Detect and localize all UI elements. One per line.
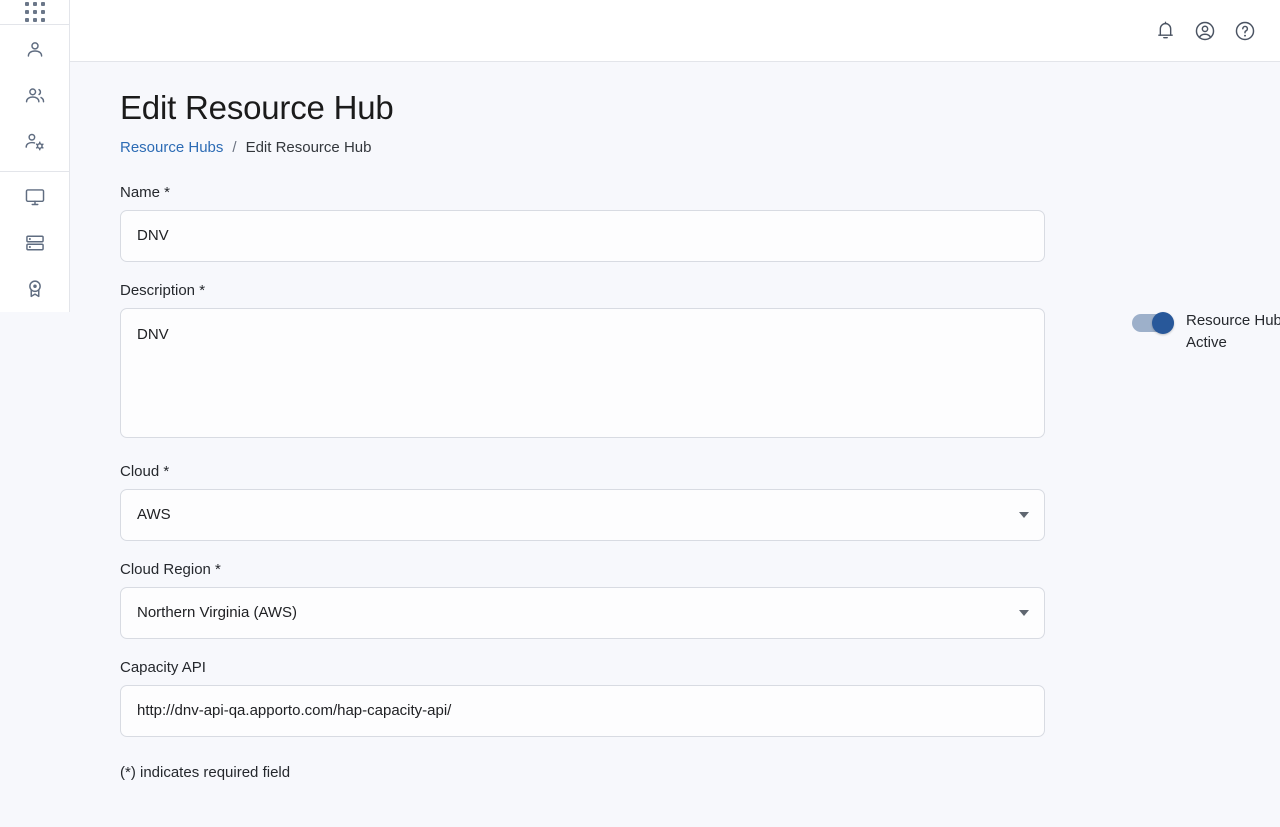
main-content: Edit Resource Hub Resource Hubs / Edit R… [70,62,1280,827]
nav-group-resources [0,172,69,312]
field-capacity-api: Capacity API [120,659,1045,737]
cloud-label: Cloud * [120,462,170,480]
sidebar-item-manage-accounts[interactable] [15,127,55,157]
apps-grid-button[interactable] [0,0,69,25]
breadcrumb-link-resource-hubs[interactable]: Resource Hubs [120,139,223,156]
person-icon [27,42,42,57]
cloud-region-label: Cloud Region * [120,560,221,578]
help-circle-button[interactable] [1230,16,1260,46]
sidebar-item-user[interactable] [15,35,55,65]
cloud-select-wrap: AWS [120,488,1045,541]
apps-grid-icon[interactable] [24,2,45,22]
toggle-knob [1152,311,1174,334]
sidebar-item-licenses[interactable] [15,274,55,304]
breadcrumb-separator: / [232,138,237,156]
sidebar-item-groups[interactable] [15,81,55,111]
award-badge-icon [28,280,41,298]
sidebar-item-desktops[interactable] [15,182,55,212]
resource-hub-active-label: Resource Hub Active [1186,311,1280,351]
help-circle-icon [1235,21,1255,40]
account-circle-icon [1195,21,1215,40]
required-field-note: (*) indicates required field [120,763,291,781]
notifications-bell-button[interactable] [1150,16,1180,46]
left-nav-rail [0,0,70,312]
name-label: Name * [120,183,171,201]
cloud-select[interactable]: AWS [120,488,1045,541]
resource-hub-active-row: Resource Hub Active [1132,310,1280,354]
server-stack-icon [25,235,44,251]
monitor-icon [25,189,44,206]
top-header-bar [70,0,1280,62]
account-circle-button[interactable] [1190,16,1220,46]
app-root: Edit Resource Hub Resource Hubs / Edit R… [0,0,1280,827]
cloud-region-select[interactable]: Northern Virginia (AWS) [120,586,1045,639]
field-cloud-region: Cloud Region * Northern Virginia (AWS) [120,561,1045,639]
field-name: Name * [120,184,1045,262]
description-label: Description * [120,281,206,299]
nav-group-people [0,25,69,172]
page-title: Edit Resource Hub [120,89,394,126]
cloud-region-select-wrap: Northern Virginia (AWS) [120,586,1045,639]
cloud-select-value: AWS [137,506,171,524]
capacity-api-label: Capacity API [120,658,206,676]
breadcrumb: Resource Hubs / Edit Resource Hub [120,139,1280,156]
capacity-api-input[interactable] [120,684,1045,737]
person-gear-icon [24,133,44,151]
sidebar-item-servers[interactable] [15,228,55,258]
cloud-region-select-value: Northern Virginia (AWS) [137,604,298,622]
name-input[interactable] [120,209,1045,262]
breadcrumb-current: Edit Resource Hub [245,138,372,156]
notifications-bell-icon [1157,21,1173,39]
field-description: Description * [120,282,1045,443]
description-textarea[interactable] [120,307,1045,438]
resource-hub-active-toggle[interactable] [1132,311,1174,334]
people-icon [25,88,44,103]
field-cloud: Cloud * AWS [120,463,1045,541]
edit-resource-hub-form: Resource Hub Active Name * Description *… [120,184,1280,781]
